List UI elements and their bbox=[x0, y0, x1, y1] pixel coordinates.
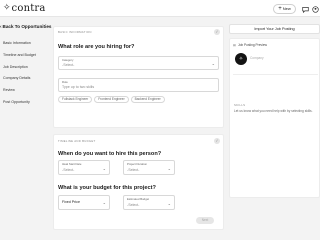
role-input[interactable]: Role Type up to two skills bbox=[58, 78, 219, 92]
new-button-label: New bbox=[282, 6, 291, 11]
new-button[interactable]: + New bbox=[273, 4, 296, 14]
suggestion-chip[interactable]: Backend Engineer bbox=[130, 96, 165, 103]
job-posting-preview: ▤ Job Posting Preview ✧ Company SKILLS Le… bbox=[229, 38, 320, 198]
check-icon: ✓ bbox=[214, 138, 220, 144]
import-job-posting-button[interactable]: Import Your Job Posting bbox=[229, 24, 320, 34]
start-date-select[interactable]: Ideal Start Date -Select- ⌄ bbox=[58, 160, 110, 175]
basic-information-card: BASIC INFORMATION ✓ What role are you hi… bbox=[53, 26, 224, 128]
role-heading: What role are you hiring for? bbox=[58, 44, 135, 50]
budget-heading: What is your budget for this project? bbox=[58, 185, 156, 191]
sidebar-item-job-description[interactable]: Job Description bbox=[3, 64, 51, 70]
project-duration-select[interactable]: Project Duration -Select- ⌄ bbox=[123, 160, 175, 175]
next-button[interactable]: Next bbox=[196, 217, 214, 224]
timeline-and-budget-card: TIMELINE AND BUDGET ✓ When do you want t… bbox=[53, 134, 224, 230]
suggested-roles: Fullstack Engineer Frontend Engineer Bac… bbox=[58, 96, 165, 103]
sidebar-item-post-opportunity[interactable]: Post Opportunity bbox=[3, 99, 51, 105]
sidebar-item-basic-information[interactable]: Basic Information bbox=[3, 40, 51, 46]
plus-icon: + bbox=[278, 6, 282, 12]
field-label: Estimated Budget bbox=[127, 197, 150, 201]
sidebar: ‹Back To Opportunities Basic Information… bbox=[0, 17, 52, 240]
back-to-opportunities-link[interactable]: ‹Back To Opportunities bbox=[0, 23, 52, 31]
field-placeholder: Type up to two skills bbox=[62, 85, 95, 89]
skills-label: SKILLS bbox=[234, 103, 246, 107]
budget-type-select[interactable]: Fixed Price ⌄ bbox=[58, 195, 110, 210]
skills-help-text: Let us know what you need help with by s… bbox=[234, 109, 313, 113]
logo-text: contra bbox=[11, 3, 46, 14]
field-label: Role bbox=[62, 80, 68, 84]
divider bbox=[233, 74, 318, 75]
sidebar-item-timeline-and-budget[interactable]: Timeline and Budget bbox=[3, 52, 51, 58]
company-name-placeholder: Company bbox=[250, 56, 264, 60]
field-placeholder: -Select- bbox=[62, 63, 75, 67]
suggestion-chip[interactable]: Fullstack Engineer bbox=[58, 96, 93, 103]
field-placeholder: -Select- bbox=[62, 168, 75, 172]
arrow-left-icon: ‹ bbox=[0, 24, 2, 29]
chevron-down-icon: ⌄ bbox=[211, 61, 215, 66]
chat-icon[interactable] bbox=[301, 5, 309, 13]
chevron-down-icon: ⌄ bbox=[167, 166, 171, 171]
chevron-down-icon: ⌄ bbox=[102, 200, 106, 205]
back-link-label: Back To Opportunities bbox=[2, 24, 52, 29]
sidebar-item-review[interactable]: Review bbox=[3, 87, 51, 93]
section-label: BASIC INFORMATION bbox=[58, 30, 92, 34]
company-avatar: ✧ bbox=[235, 53, 247, 65]
when-heading: When do you want to hire this person? bbox=[58, 151, 162, 157]
contra-logo-icon: ✧ bbox=[3, 3, 11, 13]
category-select[interactable]: Category -Select- ⌄ bbox=[58, 56, 219, 70]
estimated-budget-select[interactable]: Estimated Budget -Select- ⌄ bbox=[123, 195, 175, 210]
section-label: TIMELINE AND BUDGET bbox=[58, 139, 96, 143]
sidebar-item-company-details[interactable]: Company Details bbox=[3, 75, 51, 81]
preview-title: ▤ Job Posting Preview bbox=[233, 43, 267, 48]
chevron-down-icon: ⌄ bbox=[167, 201, 171, 206]
field-label: Category bbox=[62, 58, 74, 62]
top-bar: ✧ contra + New bbox=[0, 0, 320, 17]
field-value: Fixed Price bbox=[62, 200, 80, 204]
field-placeholder: -Select- bbox=[127, 168, 140, 172]
suggestion-chip[interactable]: Frontend Engineer bbox=[94, 96, 129, 103]
contra-logo[interactable]: ✧ contra bbox=[3, 2, 46, 15]
field-label: Project Duration bbox=[127, 162, 148, 166]
field-placeholder: -Select- bbox=[127, 203, 140, 207]
field-label: Ideal Start Date bbox=[62, 162, 82, 166]
chevron-down-icon: ⌄ bbox=[102, 166, 106, 171]
preview-title-label: Job Posting Preview bbox=[238, 43, 267, 47]
profile-icon[interactable] bbox=[311, 5, 319, 13]
check-icon: ✓ bbox=[214, 29, 220, 35]
document-icon: ▤ bbox=[233, 43, 237, 47]
